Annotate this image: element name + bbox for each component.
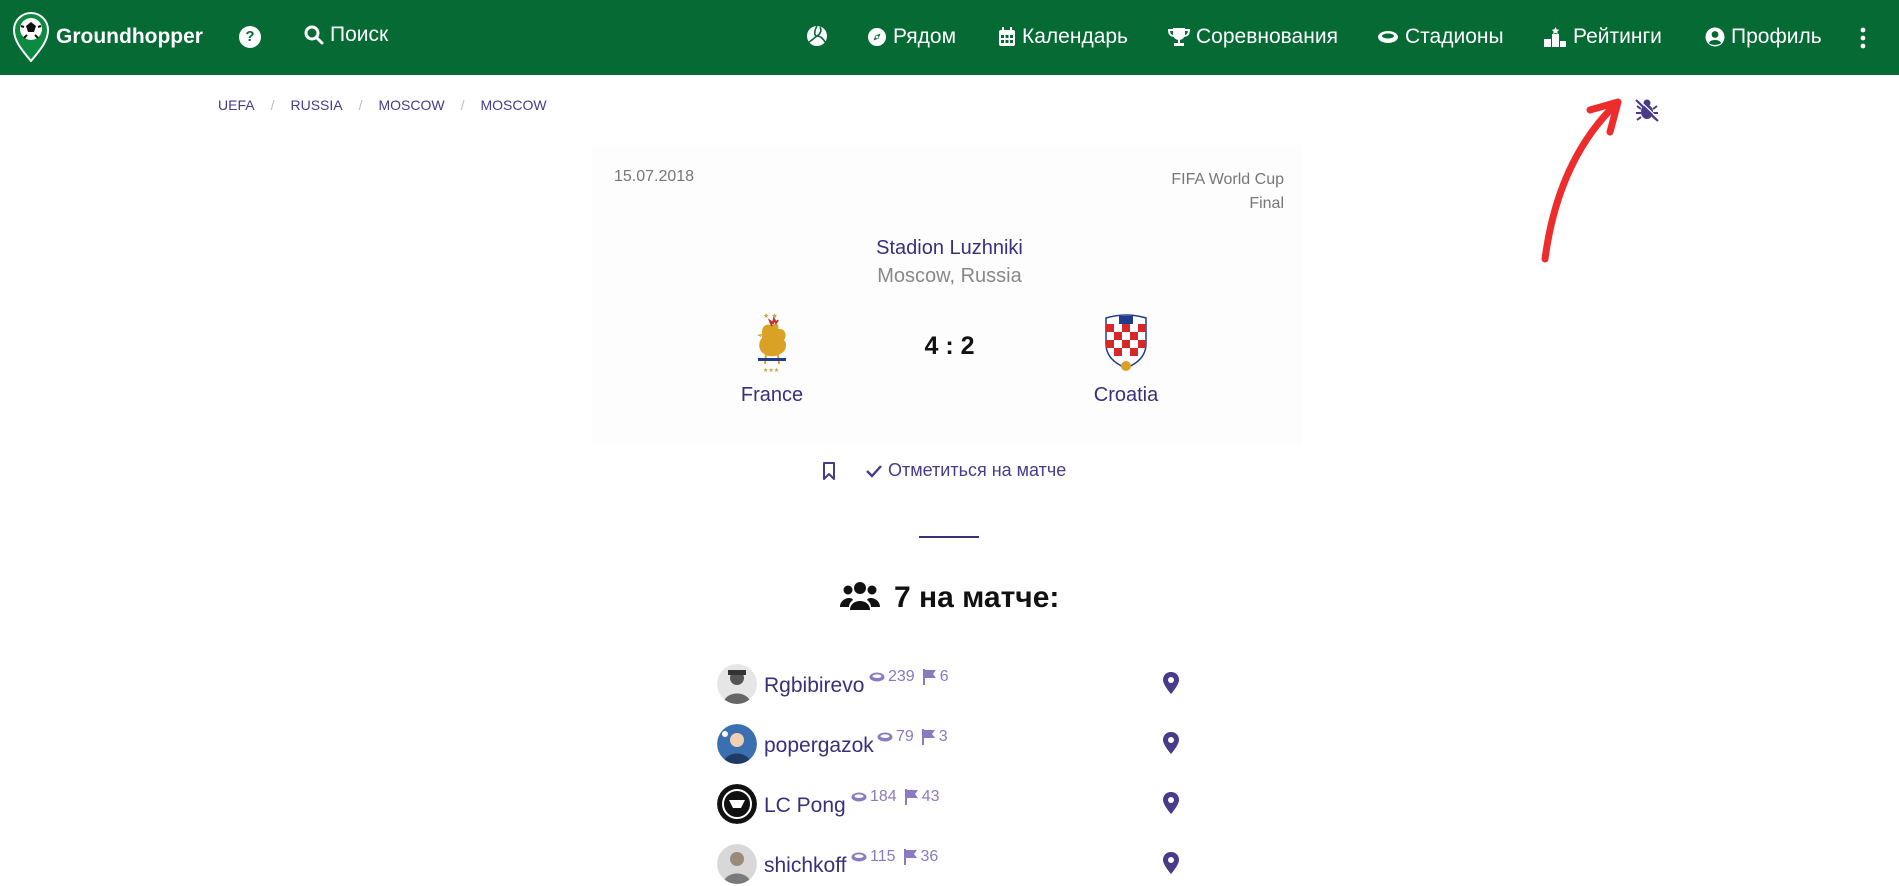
stadium-icon	[877, 732, 893, 742]
compass-icon	[868, 28, 886, 46]
search-label: Поиск	[330, 23, 389, 46]
nav-ratings-label: Рейтинги	[1573, 25, 1662, 48]
location-pin-icon[interactable]	[1163, 852, 1179, 874]
calendar-icon	[999, 27, 1015, 46]
stadium-icon	[851, 792, 867, 802]
podium-icon	[1544, 27, 1566, 47]
home-team-name: France	[740, 384, 804, 406]
visitor-stats: 184 43	[851, 788, 940, 806]
visitor-name[interactable]: popergazok	[764, 734, 874, 758]
visitor-stadiums-count: 184	[870, 788, 897, 805]
nav-stadiums-label: Стадионы	[1405, 25, 1504, 48]
visitor-stadiums-count: 239	[888, 668, 915, 685]
nav-profile-label: Профиль	[1731, 25, 1822, 48]
visitors-heading: 7 на матче:	[0, 580, 1899, 615]
more-menu-icon[interactable]	[1858, 26, 1868, 50]
match-actions: Отметиться на матче	[822, 460, 1066, 481]
visitor-countries-count: 3	[938, 728, 948, 745]
search-icon	[304, 25, 324, 45]
brand-link[interactable]: Groundhopper	[12, 12, 203, 62]
visitor-stadiums-count: 115	[870, 848, 896, 865]
visitor-stadiums-count: 79	[896, 728, 914, 745]
checkin-button[interactable]: Отметиться на матче	[866, 460, 1066, 481]
brand-name: Groundhopper	[56, 25, 203, 48]
nav-calendar-label: Календарь	[1022, 25, 1128, 48]
croatia-crest-icon	[1105, 314, 1147, 371]
stadium-name[interactable]: Stadion Luzhniki	[0, 237, 1899, 260]
location-pin-icon[interactable]	[1163, 732, 1179, 754]
search-link[interactable]: Поиск	[304, 23, 388, 47]
match-date: 15.07.2018	[614, 168, 695, 185]
nav-nearby-label: Рядом	[893, 25, 957, 48]
checkin-label: Отметиться на матче	[888, 460, 1067, 480]
breadcrumb-item-uefa[interactable]: UEFA	[218, 97, 255, 113]
nav-ratings[interactable]: Рейтинги	[1543, 25, 1662, 49]
avatar[interactable]	[717, 724, 757, 764]
visitor-stats: 115 36	[851, 848, 938, 866]
nav-competitions-label: Соревнования	[1196, 25, 1338, 48]
visitor-name[interactable]: Rgbibirevo	[764, 674, 864, 698]
breadcrumb-item-city[interactable]: MOSCOW	[480, 97, 546, 113]
visitor-name[interactable]: LC Pong	[764, 794, 846, 818]
nav-competitions[interactable]: Соревнования	[1168, 25, 1338, 49]
volleyball-icon	[807, 25, 827, 46]
breadcrumb-item-country[interactable]: RUSSIA	[290, 97, 342, 113]
nav-ball[interactable]	[806, 25, 834, 47]
match-competition[interactable]: FIFA World Cup Final	[1171, 168, 1284, 216]
visitor-row: LC Pong 184 43	[717, 784, 1187, 826]
bookmark-icon[interactable]	[822, 461, 836, 480]
competition-name: FIFA World Cup	[1171, 171, 1284, 188]
flag-icon	[903, 849, 917, 865]
groundhopper-logo-icon	[12, 12, 50, 62]
visitor-countries-count: 6	[939, 668, 949, 685]
user-circle-icon	[1705, 27, 1725, 47]
visitor-countries-count: 43	[921, 788, 940, 805]
avatar[interactable]	[717, 784, 757, 824]
top-navbar: Groundhopper ? Поиск Рядом Календарь Сор…	[0, 0, 1899, 75]
svg-text:★★★: ★★★	[763, 367, 779, 374]
stadium-icon	[869, 672, 885, 682]
nav-nearby[interactable]: Рядом	[867, 25, 956, 49]
competition-stage: Final	[1249, 195, 1284, 212]
stadium-icon	[851, 852, 867, 862]
nav-profile[interactable]: Профиль	[1705, 25, 1822, 49]
breadcrumb-item-region[interactable]: MOSCOW	[378, 97, 444, 113]
flag-icon	[922, 669, 936, 685]
help-icon[interactable]: ?	[239, 26, 261, 48]
breadcrumb: UEFA / RUSSIA / MOSCOW / MOSCOW	[218, 97, 547, 113]
report-bug-icon[interactable]	[1633, 97, 1661, 123]
stadium-icon	[1378, 31, 1398, 43]
visitor-row: Rgbibirevo 239 6	[717, 664, 1187, 706]
stadium-city: Moscow, Russia	[877, 265, 1022, 287]
visitor-countries-count: 36	[920, 848, 939, 865]
check-icon	[866, 464, 882, 478]
away-team-name: Croatia	[1093, 384, 1159, 406]
svg-text:★ ★: ★ ★	[763, 312, 778, 320]
visitor-stats: 79 3	[877, 728, 948, 746]
flag-icon	[904, 789, 918, 805]
away-team[interactable]: Croatia	[1066, 310, 1186, 407]
flag-icon	[921, 729, 935, 745]
match-score: 4 : 2	[924, 332, 975, 360]
visitor-name[interactable]: shichkoff	[764, 854, 847, 878]
section-divider	[919, 536, 979, 538]
nav-calendar[interactable]: Календарь	[998, 25, 1128, 49]
trophy-icon	[1168, 28, 1190, 46]
nav-stadiums[interactable]: Стадионы	[1377, 25, 1504, 49]
visitor-stats: 239 6	[869, 668, 949, 686]
visitor-row: popergazok 79 3	[717, 724, 1187, 766]
users-icon	[839, 582, 880, 610]
avatar[interactable]	[717, 664, 757, 704]
location-pin-icon[interactable]	[1163, 792, 1179, 814]
avatar[interactable]	[717, 844, 757, 884]
location-pin-icon[interactable]	[1163, 672, 1179, 694]
visitors-count-label: 7 на матче:	[893, 581, 1060, 614]
